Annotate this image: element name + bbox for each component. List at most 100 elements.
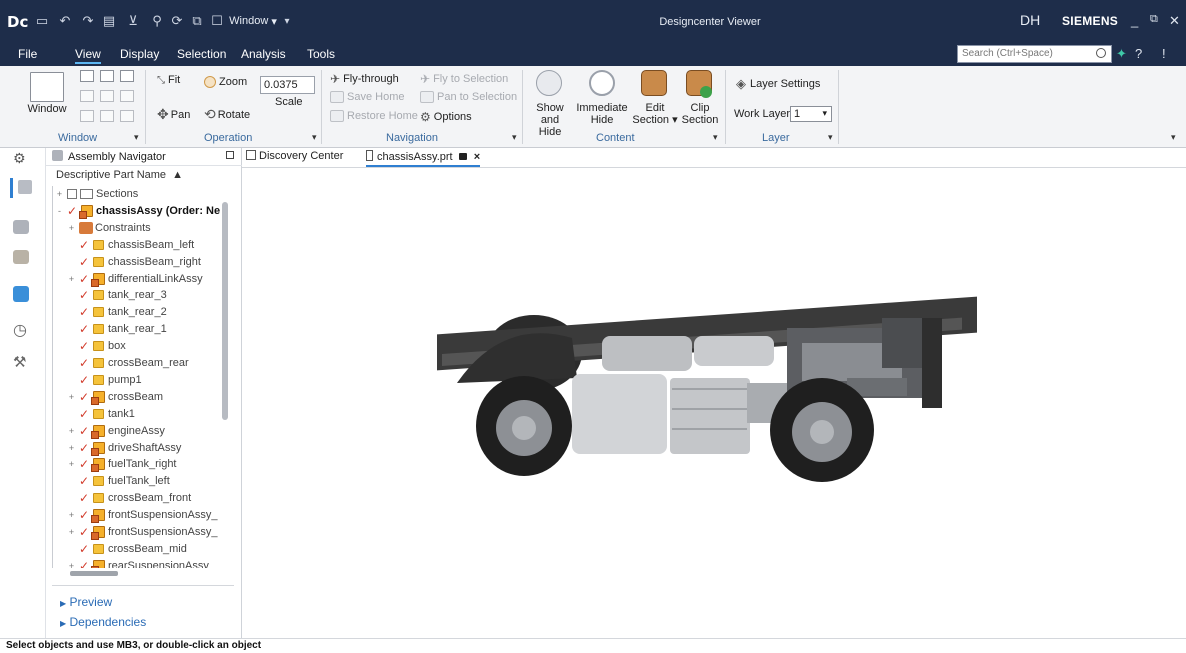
maximize-panel-icon[interactable] [226, 151, 234, 159]
print-icon[interactable]: ▤ [100, 12, 118, 30]
operation-group-expand-icon[interactable]: ▾ [312, 132, 317, 143]
visibility-checkbox[interactable]: ✓ [79, 425, 91, 437]
user-initials[interactable]: DH [1020, 12, 1040, 28]
visibility-checkbox[interactable]: ✓ [79, 543, 91, 555]
collapse-icon[interactable]: - [55, 206, 64, 216]
reuse-library-icon[interactable] [13, 248, 33, 268]
tree-row[interactable]: ✓ crossBeam_rear [53, 355, 230, 372]
expand-icon[interactable]: + [67, 274, 76, 284]
close-icon[interactable]: × [474, 151, 480, 163]
edit-section-icon[interactable] [641, 70, 667, 96]
layout-two-vertical-icon[interactable] [100, 70, 114, 82]
content-group-expand-icon[interactable]: ▾ [713, 132, 718, 143]
menu-analysis[interactable]: Analysis [241, 47, 286, 61]
zoom-scale-input[interactable]: 0.0375 [260, 76, 315, 94]
layout-seven-icon[interactable] [80, 110, 94, 122]
layout-four-icon[interactable] [100, 90, 114, 102]
edit-section-button[interactable]: Edit Section ▾ [630, 102, 680, 126]
undo-icon[interactable]: ↶ [56, 12, 74, 30]
window-group-expand-icon[interactable]: ▾ [134, 132, 139, 143]
redo-icon[interactable]: ↷ [79, 12, 97, 30]
visibility-checkbox[interactable]: ✓ [79, 374, 91, 386]
visibility-checkbox[interactable]: ✓ [79, 306, 91, 318]
tree-row[interactable]: ✓ box [53, 338, 230, 355]
close-button[interactable]: ✕ [1169, 13, 1180, 29]
menu-view[interactable]: View [75, 47, 101, 64]
expand-icon[interactable]: + [67, 511, 76, 520]
layout-single-icon[interactable] [80, 70, 94, 82]
tree-row[interactable]: + ✓ differentialLinkAssy [53, 271, 230, 288]
tree-row[interactable]: ✓ crossBeam_front [53, 490, 230, 507]
pan-to-selection-button[interactable]: Pan to Selection [420, 91, 517, 103]
pin-icon[interactable]: ⚲ [148, 12, 166, 30]
tab-chassis-assy[interactable]: chassisAssy.prt × [366, 150, 481, 167]
save-home-button[interactable]: Save Home [330, 91, 404, 103]
measure-icon[interactable]: ⊻ [122, 12, 144, 30]
expand-icon[interactable]: + [67, 392, 76, 402]
help-icon[interactable]: ? [1135, 46, 1142, 61]
navigation-group-expand-icon[interactable]: ▾ [512, 132, 517, 143]
search-icon[interactable] [1096, 48, 1106, 58]
web-browser-icon[interactable] [13, 286, 33, 306]
assembly-navigator-tab[interactable] [10, 178, 36, 198]
layout-three-icon[interactable] [80, 90, 94, 102]
tree-row[interactable]: ✓ pump1 [53, 372, 230, 389]
visibility-checkbox[interactable]: ✓ [79, 357, 91, 369]
visibility-checkbox[interactable]: ✓ [79, 340, 91, 352]
roles-icon[interactable]: ⚒ [13, 353, 33, 373]
pan-button[interactable]: ✥ Pan [157, 106, 190, 123]
visibility-checkbox[interactable]: ✓ [79, 442, 91, 454]
immediate-hide-button[interactable]: Immediate Hide [574, 102, 630, 126]
menu-file[interactable]: File [18, 47, 37, 61]
part-navigator-icon[interactable] [13, 218, 33, 238]
tree-row[interactable]: + ✓ frontSuspensionAssy_ [53, 507, 230, 524]
copy-icon[interactable]: ⧉ [188, 12, 206, 30]
tree-row[interactable]: ✓ chassisBeam_left [53, 237, 230, 254]
tree-row[interactable]: + ✓ rearSuspensionAssy_ [53, 558, 230, 568]
orient-icon[interactable]: ⟳ [168, 12, 186, 30]
vertical-scrollbar[interactable] [222, 202, 228, 420]
save-icon[interactable]: ▭ [34, 12, 50, 30]
visibility-checkbox[interactable]: ✓ [79, 509, 91, 521]
truck-model[interactable] [242, 168, 1186, 638]
tree-row[interactable]: + ✓ crossBeam [53, 389, 230, 406]
visibility-checkbox[interactable]: ✓ [79, 323, 91, 335]
visibility-checkbox[interactable]: ✓ [79, 458, 91, 470]
sparkle-icon[interactable]: ✦ [1116, 46, 1127, 62]
tree-row[interactable]: ✓ tank_rear_3 [53, 287, 230, 304]
tree-row[interactable]: + ✓ driveShaftAssy [53, 440, 230, 457]
window-icon[interactable] [30, 72, 64, 102]
fly-to-selection-button[interactable]: ✈ Fly to Selection [420, 72, 508, 86]
tree-row[interactable]: ✓ tank_rear_1 [53, 321, 230, 338]
tab-discovery-center[interactable]: Discovery Center [246, 150, 343, 162]
visibility-checkbox[interactable]: ✓ [79, 560, 91, 568]
options-button[interactable]: ⚙ Options [420, 110, 472, 124]
expand-icon[interactable]: + [67, 528, 76, 537]
expand-icon[interactable]: + [55, 190, 64, 199]
column-header[interactable]: Descriptive Part Name ▲ [56, 169, 183, 181]
visibility-checkbox[interactable]: ✓ [79, 475, 91, 487]
layer-group-expand-icon[interactable]: ▾ [828, 132, 833, 143]
visibility-checkbox[interactable]: ✓ [79, 391, 91, 403]
visibility-checkbox[interactable]: ✓ [79, 408, 91, 420]
horizontal-scrollbar[interactable] [70, 571, 118, 576]
expand-icon[interactable]: + [67, 443, 76, 453]
tree-row[interactable]: + Sections [53, 186, 230, 203]
preview-panel-toggle[interactable]: ▶ Preview [60, 595, 112, 609]
visibility-checkbox[interactable]: ✓ [79, 273, 91, 285]
layout-two-horizontal-icon[interactable] [120, 70, 134, 82]
tree-row[interactable]: ✓ tank_rear_2 [53, 304, 230, 321]
tree-row[interactable]: ✓ fuelTank_left [53, 473, 230, 490]
tree-row[interactable]: - ✓ chassisAssy (Order: Ne [53, 203, 230, 220]
window-menu[interactable]: Window ▾ [226, 12, 280, 30]
fit-button[interactable]: ⤡ Fit [157, 74, 180, 86]
assembly-tree[interactable]: + Sections - ✓ chassisAssy (Order: Ne + Constr… [52, 186, 230, 568]
restore-home-button[interactable]: Restore Home [330, 110, 418, 122]
visibility-checkbox[interactable]: ✓ [79, 239, 91, 251]
restore-button[interactable]: ⧉ [1150, 13, 1158, 26]
menu-tools[interactable]: Tools [307, 47, 335, 61]
immediate-hide-icon[interactable] [589, 70, 615, 96]
search-input[interactable]: Search (Ctrl+Space) [957, 45, 1112, 63]
show-and-hide-button[interactable]: Show and Hide [528, 102, 572, 138]
menu-selection[interactable]: Selection [177, 47, 226, 61]
